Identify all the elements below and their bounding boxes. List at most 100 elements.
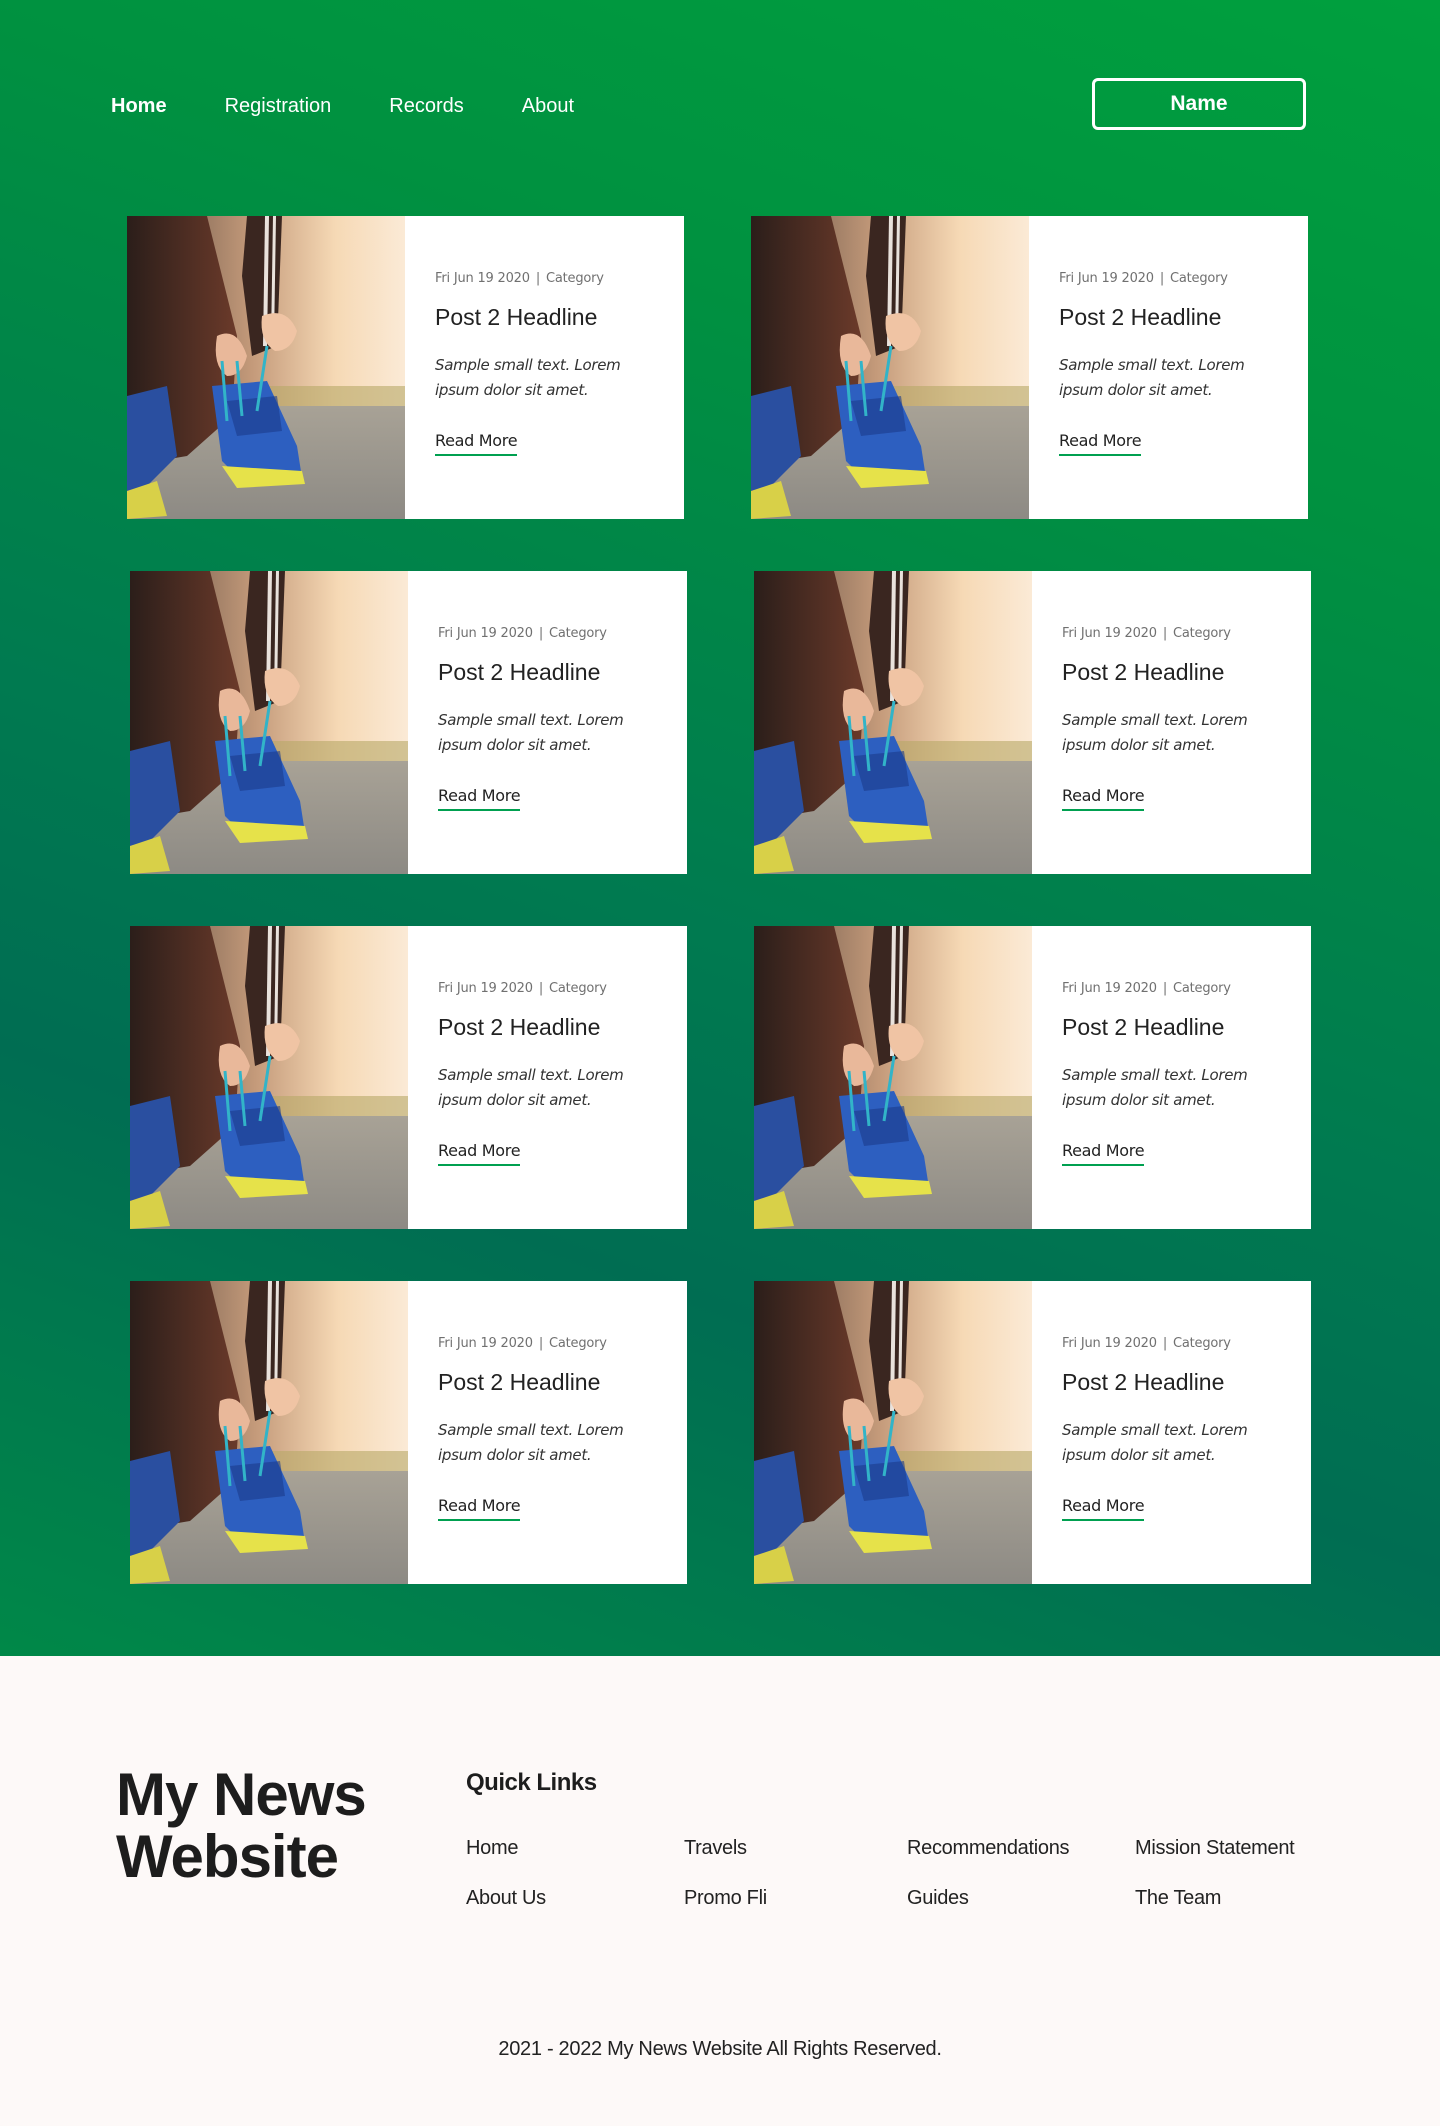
footer-link-about-us[interactable]: About Us bbox=[466, 1887, 546, 1910]
nav-registration[interactable]: Registration bbox=[225, 78, 332, 134]
post-body: Fri Jun 19 2020 | Category Post 2 Headline… bbox=[408, 1281, 687, 1584]
post-body: Fri Jun 19 2020 | Category Post 2 Headline… bbox=[1032, 1281, 1311, 1584]
nav-home[interactable]: Home bbox=[111, 78, 167, 134]
footer-link-guides[interactable]: Guides bbox=[907, 1887, 969, 1910]
post-date: Fri Jun 19 2020 bbox=[438, 626, 533, 641]
post-category[interactable]: Category bbox=[1173, 981, 1231, 996]
copyright-text: 2021 - 2022 My News Website All Rights R… bbox=[498, 2038, 942, 2060]
post-headline[interactable]: Post 2 Headline bbox=[435, 304, 684, 331]
post-category[interactable]: Category bbox=[549, 1336, 607, 1351]
post-meta: Fri Jun 19 2020 | Category bbox=[1062, 626, 1311, 641]
footer-link-recommendations[interactable]: Recommendations bbox=[907, 1837, 1070, 1860]
post-date: Fri Jun 19 2020 bbox=[438, 1336, 533, 1351]
post-image[interactable] bbox=[754, 1281, 1032, 1584]
runner-photo bbox=[754, 1281, 1032, 1584]
meta-separator: | bbox=[1162, 981, 1168, 996]
meta-separator: | bbox=[1162, 1336, 1168, 1351]
post-date: Fri Jun 19 2020 bbox=[1059, 271, 1154, 286]
runner-photo bbox=[130, 571, 408, 874]
site-footer: My News Website Quick Links Home Travels… bbox=[0, 1656, 1440, 2126]
runner-photo bbox=[130, 926, 408, 1229]
post-image[interactable] bbox=[130, 1281, 408, 1584]
post-excerpt: Sample small text. Lorem ipsum dolor sit… bbox=[1059, 356, 1245, 399]
post-excerpt: Sample small text. Lorem ipsum dolor sit… bbox=[438, 711, 624, 754]
nav-about[interactable]: About bbox=[522, 78, 574, 134]
post-card[interactable]: Fri Jun 19 2020 | Category Post 2 Headline… bbox=[754, 926, 1311, 1229]
runner-photo bbox=[130, 1281, 408, 1584]
runner-photo bbox=[127, 216, 405, 519]
post-card[interactable]: Fri Jun 19 2020 | Category Post 2 Headline… bbox=[130, 571, 687, 874]
post-meta: Fri Jun 19 2020 | Category bbox=[435, 271, 684, 286]
post-headline[interactable]: Post 2 Headline bbox=[1059, 304, 1308, 331]
post-headline[interactable]: Post 2 Headline bbox=[1062, 1014, 1311, 1041]
post-body: Fri Jun 19 2020 | Category Post 2 Headline… bbox=[1032, 571, 1311, 874]
post-image[interactable] bbox=[130, 571, 408, 874]
post-meta: Fri Jun 19 2020 | Category bbox=[1062, 981, 1311, 996]
post-headline[interactable]: Post 2 Headline bbox=[438, 659, 687, 686]
footer-link-the-team[interactable]: The Team bbox=[1135, 1887, 1221, 1910]
post-category[interactable]: Category bbox=[1173, 1336, 1231, 1351]
post-meta: Fri Jun 19 2020 | Category bbox=[438, 981, 687, 996]
post-excerpt: Sample small text. Lorem ipsum dolor sit… bbox=[438, 1066, 624, 1109]
post-card[interactable]: Fri Jun 19 2020 | Category Post 2 Headline… bbox=[127, 216, 684, 519]
read-more-link[interactable]: Read More bbox=[438, 786, 521, 811]
post-body: Fri Jun 19 2020 | Category Post 2 Headline… bbox=[408, 571, 687, 874]
post-headline[interactable]: Post 2 Headline bbox=[438, 1369, 687, 1396]
post-date: Fri Jun 19 2020 bbox=[438, 981, 533, 996]
meta-separator: | bbox=[1162, 626, 1168, 641]
post-category[interactable]: Category bbox=[549, 981, 607, 996]
post-category[interactable]: Category bbox=[1170, 271, 1228, 286]
quick-links-title: Quick Links bbox=[466, 1769, 597, 1796]
post-excerpt: Sample small text. Lorem ipsum dolor sit… bbox=[1062, 711, 1248, 754]
name-button[interactable]: Name bbox=[1092, 78, 1306, 130]
post-image[interactable] bbox=[130, 926, 408, 1229]
post-meta: Fri Jun 19 2020 | Category bbox=[1062, 1336, 1311, 1351]
read-more-link[interactable]: Read More bbox=[435, 431, 518, 456]
post-category[interactable]: Category bbox=[1173, 626, 1231, 641]
post-card[interactable]: Fri Jun 19 2020 | Category Post 2 Headline… bbox=[751, 216, 1308, 519]
post-excerpt: Sample small text. Lorem ipsum dolor sit… bbox=[435, 356, 621, 399]
meta-separator: | bbox=[538, 626, 544, 641]
meta-separator: | bbox=[538, 1336, 544, 1351]
read-more-link[interactable]: Read More bbox=[1059, 431, 1142, 456]
post-card[interactable]: Fri Jun 19 2020 | Category Post 2 Headline… bbox=[754, 1281, 1311, 1584]
post-headline[interactable]: Post 2 Headline bbox=[1062, 659, 1311, 686]
footer-link-promo-fli[interactable]: Promo Fli bbox=[684, 1887, 767, 1910]
post-card[interactable]: Fri Jun 19 2020 | Category Post 2 Headline… bbox=[130, 926, 687, 1229]
post-card[interactable]: Fri Jun 19 2020 | Category Post 2 Headline… bbox=[754, 571, 1311, 874]
hero-section: Home Registration Records About Name Fri… bbox=[0, 0, 1440, 1656]
post-image[interactable] bbox=[754, 571, 1032, 874]
runner-photo bbox=[751, 216, 1029, 519]
post-image[interactable] bbox=[751, 216, 1029, 519]
post-headline[interactable]: Post 2 Headline bbox=[438, 1014, 687, 1041]
main-nav: Home Registration Records About bbox=[111, 78, 632, 134]
footer-link-mission-statement[interactable]: Mission Statement bbox=[1135, 1837, 1295, 1860]
post-image[interactable] bbox=[754, 926, 1032, 1229]
post-image[interactable] bbox=[127, 216, 405, 519]
post-card[interactable]: Fri Jun 19 2020 | Category Post 2 Headline… bbox=[130, 1281, 687, 1584]
runner-photo bbox=[754, 926, 1032, 1229]
post-body: Fri Jun 19 2020 | Category Post 2 Headline… bbox=[408, 926, 687, 1229]
footer-link-travels[interactable]: Travels bbox=[684, 1837, 747, 1860]
post-excerpt: Sample small text. Lorem ipsum dolor sit… bbox=[1062, 1421, 1248, 1464]
post-headline[interactable]: Post 2 Headline bbox=[1062, 1369, 1311, 1396]
nav-records[interactable]: Records bbox=[389, 78, 463, 134]
read-more-link[interactable]: Read More bbox=[1062, 1141, 1145, 1166]
post-body: Fri Jun 19 2020 | Category Post 2 Headline… bbox=[405, 216, 684, 519]
read-more-link[interactable]: Read More bbox=[1062, 786, 1145, 811]
post-category[interactable]: Category bbox=[549, 626, 607, 641]
post-meta: Fri Jun 19 2020 | Category bbox=[438, 626, 687, 641]
runner-photo bbox=[754, 571, 1032, 874]
post-excerpt: Sample small text. Lorem ipsum dolor sit… bbox=[438, 1421, 624, 1464]
post-body: Fri Jun 19 2020 | Category Post 2 Headline… bbox=[1032, 926, 1311, 1229]
read-more-link[interactable]: Read More bbox=[438, 1141, 521, 1166]
footer-link-home[interactable]: Home bbox=[466, 1837, 518, 1860]
meta-separator: | bbox=[538, 981, 544, 996]
post-meta: Fri Jun 19 2020 | Category bbox=[1059, 271, 1308, 286]
meta-separator: | bbox=[1159, 271, 1165, 286]
read-more-link[interactable]: Read More bbox=[1062, 1496, 1145, 1521]
post-date: Fri Jun 19 2020 bbox=[1062, 1336, 1157, 1351]
post-category[interactable]: Category bbox=[546, 271, 604, 286]
read-more-link[interactable]: Read More bbox=[438, 1496, 521, 1521]
post-excerpt: Sample small text. Lorem ipsum dolor sit… bbox=[1062, 1066, 1248, 1109]
